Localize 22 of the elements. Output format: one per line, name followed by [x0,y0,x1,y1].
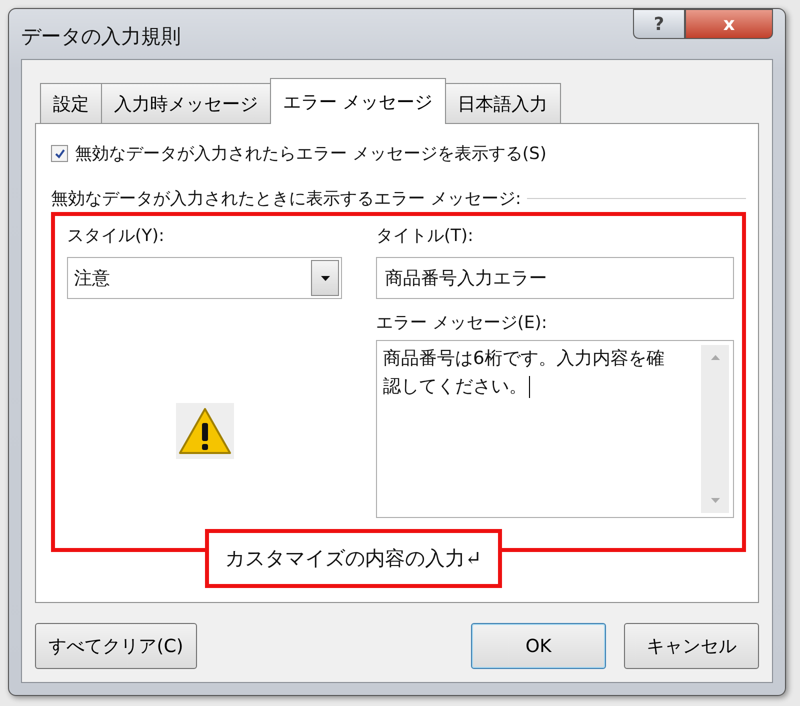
close-button[interactable]: x [685,9,773,39]
callout-label: カスタマイズの内容の入力↵ [205,529,502,588]
check-icon [54,148,66,160]
tab[interactable]: エラー メッセージ [270,78,446,124]
tab[interactable]: 入力時メッセージ [101,83,271,123]
group-label: 無効なデータが入力されたときに表示するエラー メッセージ: [51,188,522,210]
style-label: スタイル(Y): [67,225,166,247]
clear-all-button[interactable]: すべてクリア(C) [35,623,197,669]
warning-icon [176,403,234,459]
title-field[interactable]: 商品番号入力エラー [376,257,734,299]
style-dropdown[interactable]: 注意 [67,257,342,299]
window-title: データの入力規則 [21,23,181,50]
dropdown-arrow-icon [320,276,330,280]
help-button[interactable]: ? [633,9,685,39]
checkbox[interactable] [51,145,68,162]
tab[interactable]: 設定 [40,83,102,123]
ok-button[interactable]: OK [471,623,606,669]
checkbox-label: 無効なデータが入力されたらエラー メッセージを表示する(S) [75,143,546,165]
message-label: エラー メッセージ(E): [376,312,548,334]
title-label: タイトル(T): [376,225,474,247]
tab[interactable]: 日本語入力 [444,83,561,123]
cancel-button[interactable]: キャンセル [624,623,759,669]
